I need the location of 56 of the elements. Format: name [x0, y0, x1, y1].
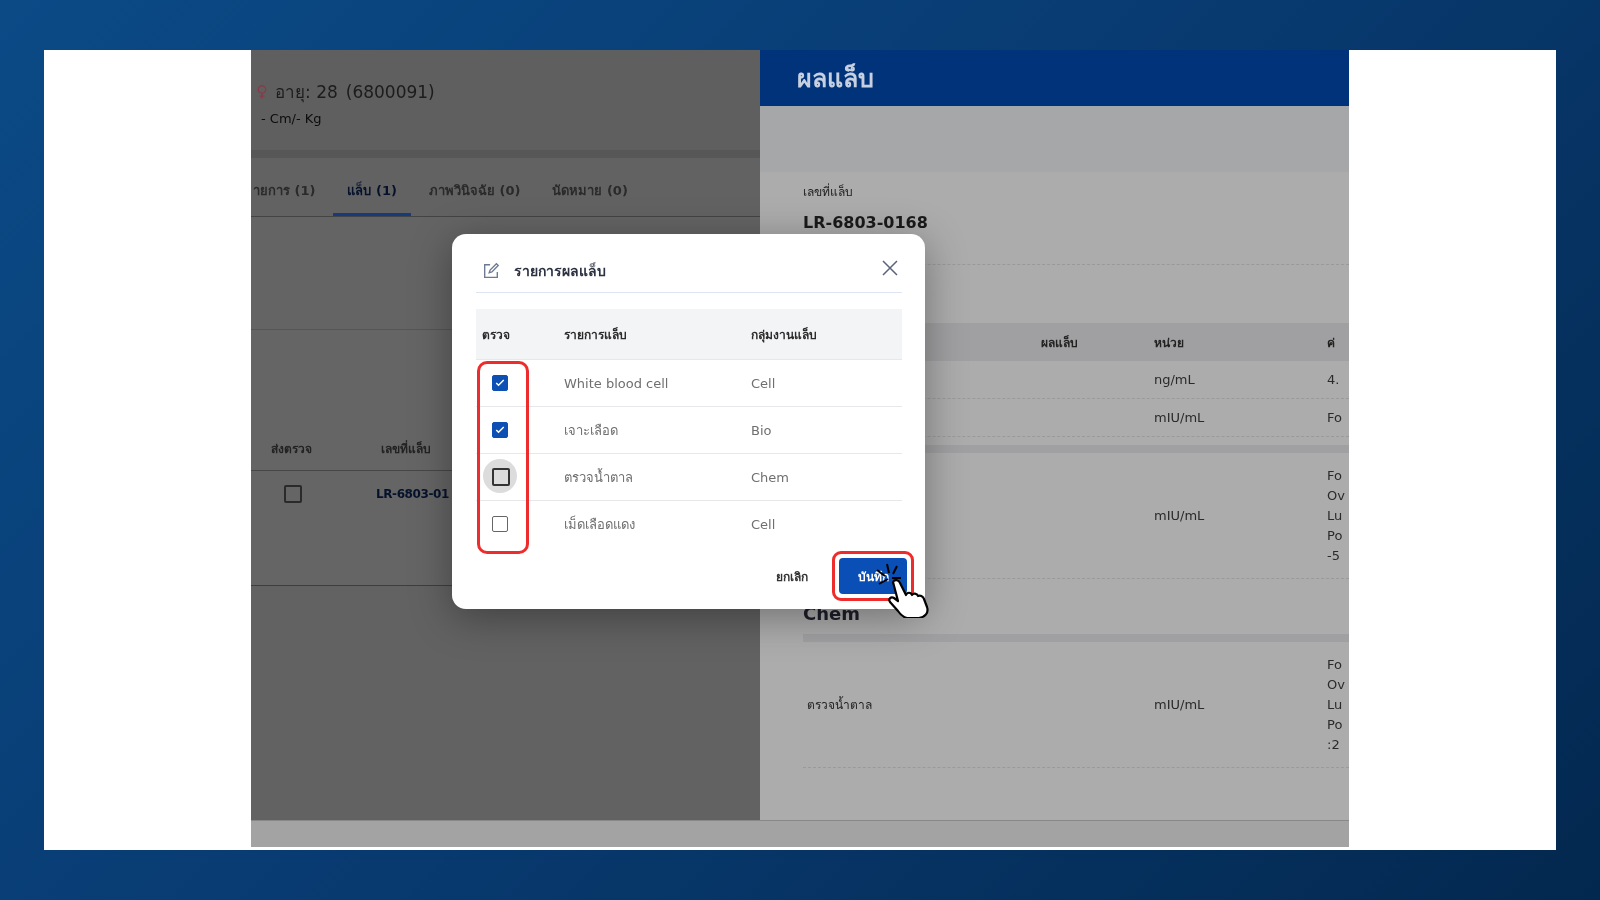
table-cell-text: Lu: [1327, 508, 1344, 523]
table-cell-text: Lu: [1327, 697, 1344, 712]
table-cell-text: Fo: [1327, 468, 1343, 483]
table-cell: Cell: [751, 375, 776, 391]
column-header: หน่วย: [1154, 334, 1185, 352]
column-header: รายการแล็บ: [564, 326, 628, 344]
table-cell-text: -5: [1327, 548, 1341, 563]
table-cell-text: เม็ดเลือดแดง: [564, 514, 636, 534]
check-icon: [494, 424, 506, 436]
patient-id: (6800091): [345, 81, 435, 102]
column-header: ผลแล็บ: [1041, 334, 1079, 352]
column-header: ตรวจ: [481, 326, 511, 344]
save-button[interactable]: บันทึก: [839, 558, 907, 594]
checkbox[interactable]: [492, 468, 510, 486]
column-header: ส่งตรวจ: [270, 440, 313, 458]
female-icon: [257, 83, 267, 100]
column-header: กลุ่มงานแล็บ: [751, 326, 817, 344]
table-cell: Ov: [1327, 677, 1345, 692]
table-cell: Cell: [751, 516, 776, 532]
patient-age: อายุ: 28: [275, 81, 338, 105]
tab[interactable]: ายการ (1): [251, 180, 330, 216]
table-cell-text: :2: [1327, 737, 1341, 752]
table-cell: Fo: [1327, 410, 1342, 425]
dialog-title: รายการผลแล็บ: [514, 261, 607, 281]
checkbox[interactable]: [284, 485, 302, 503]
checkbox[interactable]: [492, 375, 508, 391]
table-cell-text: Po: [1327, 528, 1344, 543]
table-cell-text: Po: [1327, 717, 1344, 732]
check-icon: [494, 377, 506, 389]
table-cell-text: mIU/mL: [1154, 410, 1206, 425]
lab-number-link[interactable]: LR-6803-01: [376, 487, 449, 501]
tab[interactable]: ภาพวินิจฉัย (0): [414, 180, 535, 216]
table-cell-text: mIU/mL: [1154, 508, 1206, 523]
field-label: เลขที่แล็บ: [803, 182, 854, 201]
column-header: เลขที่แล็บ: [381, 439, 431, 458]
lab-number: LR-6803-0168: [803, 213, 929, 232]
close-icon[interactable]: [882, 260, 898, 276]
table-cell-text: เจาะเลือด: [564, 421, 619, 440]
checkbox[interactable]: [492, 422, 508, 438]
table-cell: 4.: [1327, 372, 1340, 387]
column-header: ค่: [1327, 334, 1335, 352]
edit-icon: [482, 262, 500, 280]
table-cell-text: mIU/mL: [1154, 697, 1206, 712]
table-cell: Chem: [751, 469, 789, 485]
table-cell-text: ตรวจน้ำตาล: [564, 467, 634, 487]
table-cell-text: ng/mL: [1154, 372, 1196, 387]
table-cell: Ov: [1327, 488, 1345, 503]
table-cell-text: White blood cell: [564, 375, 670, 391]
checkbox[interactable]: [492, 516, 508, 532]
cancel-button[interactable]: ยกเลิก: [770, 565, 814, 587]
patient-measurements: - Cm/- Kg: [260, 111, 323, 126]
table-cell: ตรวจน้ำตาล: [807, 698, 872, 712]
table-cell: Bio: [751, 422, 772, 438]
table-cell-text: Fo: [1327, 657, 1343, 672]
tab[interactable]: นัดหมาย (0): [538, 180, 642, 216]
panel-title: ผลแล็บ: [797, 62, 874, 95]
